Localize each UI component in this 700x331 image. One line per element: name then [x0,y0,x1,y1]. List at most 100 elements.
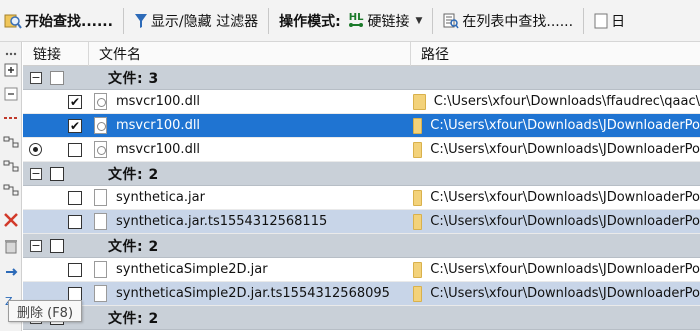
name-cell: syntheticaSimple2D.jar.ts1554312568095 [89,282,411,306]
more-icon[interactable] [3,46,19,62]
table-row[interactable]: syntheticaSimple2D.jar C:\Users\xfour\Do… [23,258,700,282]
list-icon [594,13,608,29]
cut-off-button[interactable]: 日 [590,5,629,37]
filter-toggle-button[interactable]: 显示/隐藏 过滤器 [130,5,262,37]
row-checkbox[interactable] [68,262,82,277]
column-header-path[interactable]: 路径 [411,42,700,66]
delete-tooltip: 删除 (F8) [8,300,83,322]
folder-icon [413,141,423,158]
path-cell: C:\Users\xfour\Downloads\ffaudrec\qaac\ [411,90,700,114]
column-header-name[interactable]: 文件名 [89,42,411,66]
mode-value: 硬链接 [367,13,410,30]
row-checkbox[interactable] [68,142,82,157]
remove-icon[interactable] [3,86,19,102]
file-name: msvcr100.dll [116,118,201,133]
table-row[interactable]: msvcr100.dll C:\Users\xfour\Downloads\JD… [23,138,700,162]
path-cell: C:\Users\xfour\Downloads\JDownloaderPo [411,186,700,210]
file-name: synthetica.jar [116,190,205,205]
toolbar: 开始查找...... 显示/隐藏 过滤器 操作模式: HL 硬链接 ▼ 在列表中… [0,0,700,42]
toolbar-separator [268,7,270,34]
file-name: synthetica.jar.ts1554312568115 [116,214,328,229]
group-checkbox[interactable] [50,238,64,253]
collapse-icon[interactable]: − [30,167,42,180]
table-row[interactable]: synthetica.jar C:\Users\xfour\Downloads\… [23,186,700,210]
results-grid: 链接 文件名 路径 − 文件: 3 ✔ msvcr100.dll C:\User… [23,42,700,331]
file-path: C:\Users\xfour\Downloads\JDownloaderPo [430,286,700,301]
name-cell: syntheticaSimple2D.jar [89,258,411,282]
find-in-list-label: 在列表中查找...... [462,13,574,30]
path-cell: C:\Users\xfour\Downloads\JDownloaderPo [411,114,700,138]
group-title: 文件: 3 [108,70,159,87]
move-icon[interactable] [3,264,19,280]
path-cell: C:\Users\xfour\Downloads\JDownloaderPo [411,210,700,234]
mode-label: 操作模式: [275,5,345,37]
link-cell [23,258,89,282]
row-checkbox[interactable] [68,286,82,301]
group-row[interactable]: − 文件: 2 [23,306,700,330]
link-red-icon[interactable] [3,110,19,126]
collapse-icon[interactable]: − [30,71,42,84]
mode-dropdown[interactable]: HL 硬链接 ▼ [345,5,427,37]
file-path: C:\Users\xfour\Downloads\JDownloaderPo [430,262,700,277]
group-checkbox[interactable] [50,70,64,85]
link-node-icon[interactable] [3,134,19,150]
file-path: C:\Users\xfour\Downloads\JDownloaderPo [430,190,700,205]
row-checkbox[interactable]: ✔ [68,118,82,133]
link-node-icon-2[interactable] [3,158,19,174]
group-title: 文件: 2 [108,238,159,255]
group-row[interactable]: − 文件: 2 [23,234,700,258]
grid-header: 链接 文件名 路径 [23,42,700,66]
name-cell: synthetica.jar [89,186,411,210]
file-name: syntheticaSimple2D.jar.ts1554312568095 [116,286,390,301]
row-checkbox[interactable] [68,190,82,205]
file-icon [94,261,107,278]
filter-toggle-label: 显示/隐藏 过滤器 [150,13,259,30]
mode-label-text: 操作模式: [279,13,341,30]
table-row-selected[interactable]: ✔ msvcr100.dll C:\Users\xfour\Downloads\… [23,114,700,138]
file-path: C:\Users\xfour\Downloads\JDownloaderPo [430,214,700,229]
link-cell [23,138,89,162]
source-radio[interactable] [29,143,42,156]
file-icon [94,285,107,302]
group-row[interactable]: − 文件: 2 [23,162,700,186]
file-icon [94,213,107,230]
folder-icon [413,213,423,230]
start-search-label: 开始查找...... [25,13,113,30]
column-header-link[interactable]: 链接 [23,42,89,66]
dropdown-icon: ▼ [415,15,423,26]
delete-icon[interactable] [3,212,19,228]
name-cell: msvcr100.dll [89,114,411,138]
find-list-icon [443,13,459,29]
find-in-list-button[interactable]: 在列表中查找...... [439,5,577,37]
toolbar-separator [583,7,585,34]
link-cell: ✔ [23,90,89,114]
start-search-button[interactable]: 开始查找...... [0,5,117,37]
toolbar-separator [432,7,434,34]
row-checkbox[interactable]: ✔ [68,94,82,109]
side-toolbar: Z [0,42,22,331]
recycle-icon[interactable] [3,238,19,254]
file-icon [94,93,107,110]
group-row[interactable]: − 文件: 3 [23,66,700,90]
file-icon [94,141,107,158]
row-checkbox[interactable] [68,214,82,229]
link-cell [23,186,89,210]
folder-icon [413,117,423,134]
hardlink-icon: HL [349,13,363,28]
folder-icon [413,93,426,110]
table-row[interactable]: ✔ msvcr100.dll C:\Users\xfour\Downloads\… [23,90,700,114]
file-icon [94,189,107,206]
file-name: msvcr100.dll [116,94,201,109]
link-node-icon-3[interactable] [3,182,19,198]
file-name: syntheticaSimple2D.jar [116,262,268,277]
group-checkbox[interactable] [50,166,64,181]
search-icon [4,12,22,30]
cut-off-label: 日 [611,13,626,30]
collapse-icon[interactable]: − [30,239,42,252]
table-row[interactable]: synthetica.jar.ts1554312568115 C:\Users\… [23,210,700,234]
file-path: C:\Users\xfour\Downloads\JDownloaderPo [430,142,700,157]
table-row[interactable]: syntheticaSimple2D.jar.ts1554312568095 C… [23,282,700,306]
file-icon [94,117,107,134]
add-icon[interactable] [3,62,19,78]
file-path: C:\Users\xfour\Downloads\JDownloaderPo [430,118,700,133]
